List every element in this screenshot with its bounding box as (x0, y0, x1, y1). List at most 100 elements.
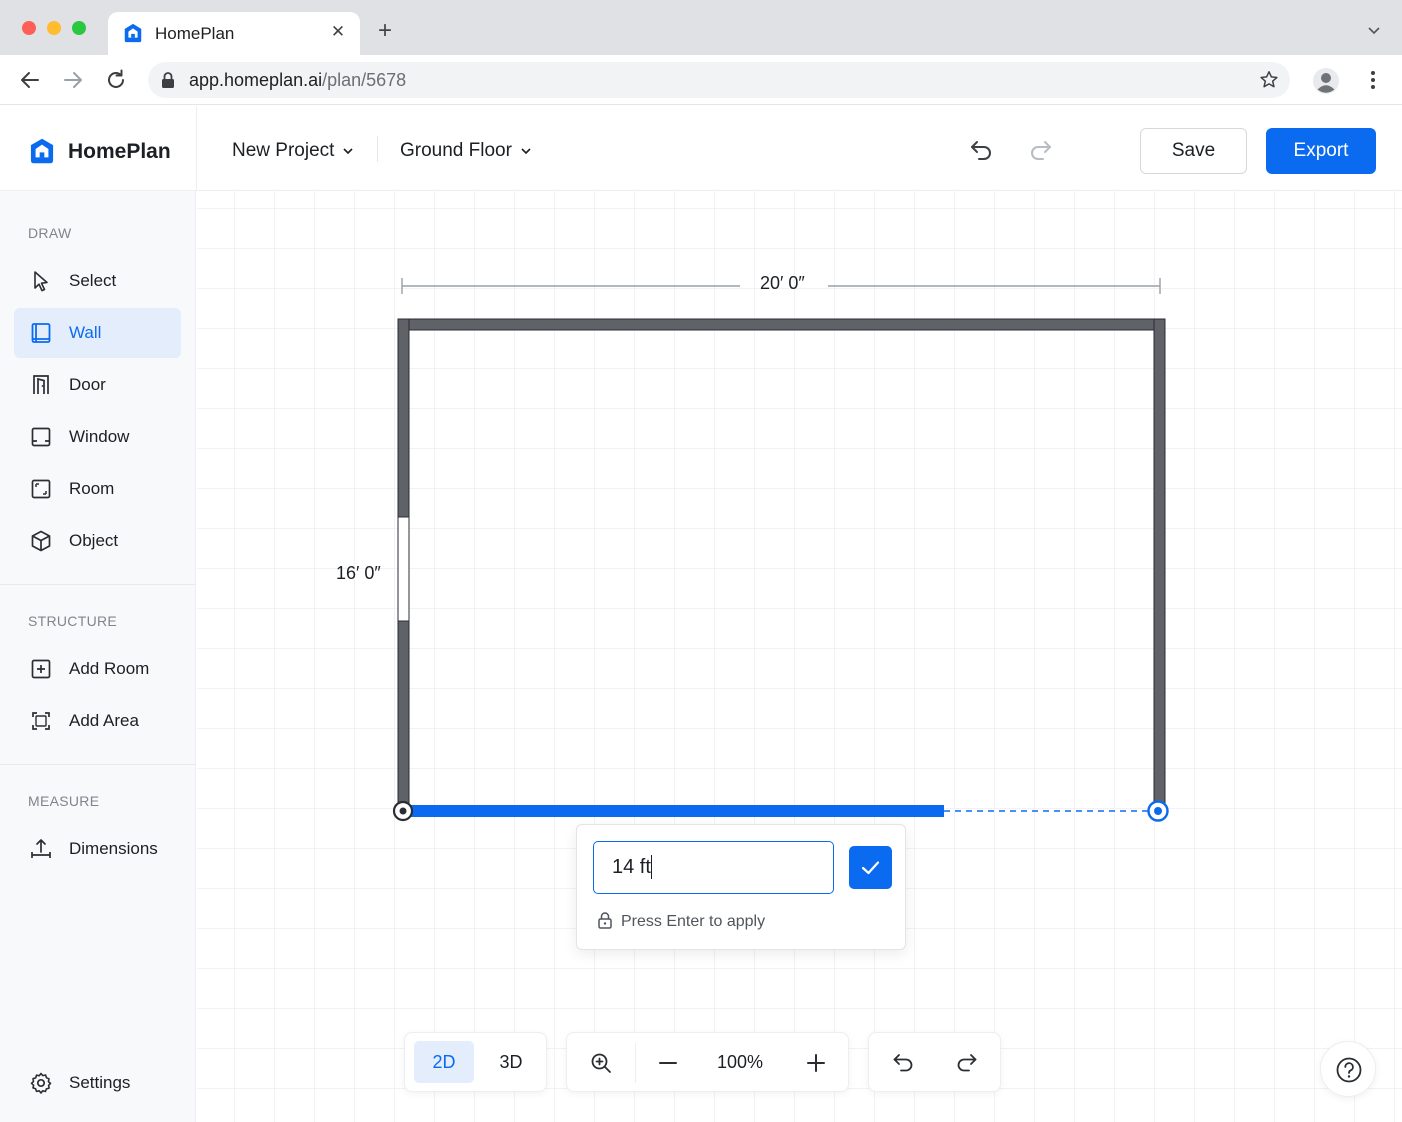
project-dropdown-label: New Project (232, 140, 335, 161)
checkmark-icon (861, 861, 880, 875)
sidebar-item-label: Object (69, 531, 119, 550)
sidebar-item-wall[interactable]: Wall (14, 308, 181, 358)
lock-icon (598, 912, 612, 929)
zoom-out-minus-icon[interactable] (656, 1051, 680, 1075)
view-toggle: 2D 3D (404, 1032, 547, 1092)
sidebar-item-door[interactable]: Door (14, 360, 181, 410)
sidebar-item-label: Add Room (69, 659, 150, 678)
lock-icon (162, 72, 174, 88)
plus-square-icon (31, 659, 51, 679)
wall-length-input[interactable] (593, 841, 834, 894)
confirm-length-button[interactable] (849, 846, 892, 889)
floor-dropdown-label: Ground Floor (400, 140, 512, 161)
export-button[interactable]: Export (1266, 128, 1376, 174)
sidebar-item-room[interactable]: Room (14, 464, 181, 514)
cube-icon (31, 530, 51, 552)
browser-tab-bar: HomePlan ✕ + (0, 0, 1402, 55)
section-title-draw: DRAW (28, 225, 72, 241)
area-icon (32, 712, 50, 730)
floorplan-canvas[interactable] (197, 191, 1402, 1122)
brand-name: HomePlan (68, 140, 171, 163)
homeplan-favicon-icon (124, 23, 142, 43)
tab-title: HomePlan (155, 24, 235, 43)
dropdown-separator (377, 136, 378, 162)
sidebar-item-select[interactable]: Select (14, 256, 181, 306)
reload-icon[interactable] (104, 68, 128, 92)
zoom-level: 100% (717, 1052, 764, 1072)
tab-close-icon[interactable]: ✕ (328, 22, 348, 42)
section-divider (0, 764, 196, 765)
window-minimize-button[interactable] (47, 21, 61, 35)
apply-hint: Press Enter to apply (597, 911, 765, 931)
section-title-structure: STRUCTURE (28, 613, 118, 629)
header-divider (196, 106, 197, 191)
sidebar-item-label: Wall (69, 323, 102, 342)
height-dimension-label: 16′ 0″ (336, 563, 381, 583)
redo-icon[interactable] (1028, 138, 1054, 162)
help-button[interactable] (1320, 1041, 1376, 1097)
sidebar-item-add-room[interactable]: Add Room (14, 644, 181, 694)
sidebar-item-label: Dimensions (69, 839, 158, 858)
sidebar-item-label: Window (69, 427, 130, 446)
undo-icon[interactable] (891, 1051, 915, 1075)
toolbar-separator (635, 1043, 636, 1083)
app-header: HomePlan New Project Ground Floor Save E… (0, 106, 1402, 191)
apply-hint-text: Press Enter to apply (621, 913, 766, 930)
section-divider (0, 584, 196, 585)
zoom-in-icon[interactable] (589, 1051, 613, 1075)
wall-icon (31, 323, 51, 343)
sidebar-item-dimensions[interactable]: Dimensions (14, 824, 181, 874)
text-caret (651, 855, 652, 879)
room-walls (397, 318, 1166, 812)
help-question-icon (1336, 1057, 1362, 1083)
view-3d-button[interactable]: 3D (481, 1041, 541, 1083)
browser-address-bar: app.homeplan.ai/plan/5678 (0, 55, 1402, 105)
width-dimension-label: 20′ 0″ (760, 273, 805, 293)
sidebar-item-label: Select (69, 271, 117, 290)
sidebar-item-label: Add Area (69, 711, 139, 730)
sidebar-item-add-area[interactable]: Add Area (14, 696, 181, 746)
homeplan-logo-icon (30, 138, 54, 164)
save-button[interactable]: Save (1140, 128, 1247, 174)
sidebar-item-label: Room (69, 479, 115, 498)
back-arrow-icon[interactable] (18, 68, 42, 92)
gear-icon (30, 1072, 52, 1094)
forward-arrow-icon[interactable] (61, 68, 85, 92)
new-tab-icon[interactable]: + (374, 19, 396, 43)
door-icon (33, 375, 49, 394)
floorplan-drawing (392, 278, 1169, 822)
cursor-icon (34, 271, 48, 292)
url-field[interactable]: app.homeplan.ai/plan/5678 (148, 62, 1290, 98)
url-text: app.homeplan.ai/plan/5678 (189, 70, 407, 90)
section-title-measure: MEASURE (28, 793, 100, 809)
sidebar-item-window[interactable]: Window (14, 412, 181, 462)
sidebar-item-settings[interactable]: Settings (14, 1058, 181, 1108)
window-icon (31, 427, 51, 447)
bookmark-star-icon[interactable] (1258, 69, 1280, 91)
dimensions-icon (31, 839, 51, 858)
view-2d-button[interactable]: 2D (414, 1041, 474, 1083)
zoom-controls: 100% (566, 1032, 849, 1092)
room-icon (31, 479, 51, 499)
active-wall-segment[interactable] (392, 800, 1169, 822)
browser-menu-icon[interactable] (1364, 69, 1382, 91)
tool-sidebar: DRAW Select Wall Door Window Room Object… (0, 191, 196, 1122)
sidebar-item-object[interactable]: Object (14, 516, 181, 566)
history-controls (868, 1032, 1001, 1092)
sidebar-item-label: Door (69, 375, 106, 394)
profile-avatar-icon[interactable] (1312, 67, 1340, 95)
browser-tab[interactable]: HomePlan ✕ (108, 12, 360, 55)
wall-length-popup: Press Enter to apply (576, 824, 906, 950)
chevron-down-icon (521, 148, 531, 155)
undo-icon[interactable] (968, 138, 994, 162)
settings-label: Settings (69, 1073, 131, 1092)
floor-dropdown[interactable]: Ground Floor (400, 140, 532, 162)
tab-search-chevron-icon[interactable] (1366, 22, 1382, 38)
zoom-in-plus-icon[interactable] (804, 1051, 828, 1075)
window-maximize-button[interactable] (72, 21, 86, 35)
redo-icon[interactable] (955, 1051, 979, 1075)
project-dropdown[interactable]: New Project (232, 140, 354, 162)
chevron-down-icon (343, 148, 353, 155)
window-opening[interactable] (397, 516, 410, 622)
window-close-button[interactable] (22, 21, 36, 35)
